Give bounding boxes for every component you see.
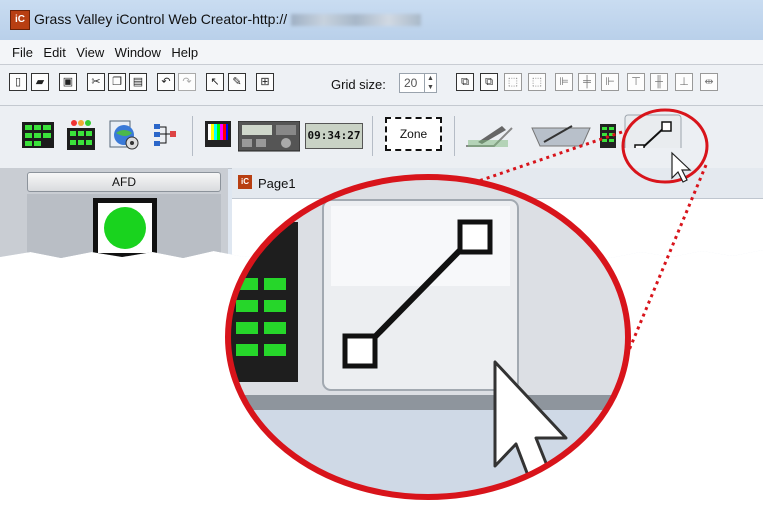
page-icon: iC <box>238 175 252 189</box>
component-list-panel: AFD <box>0 168 228 258</box>
afd-component-tile[interactable] <box>27 194 221 258</box>
select-arrow-icon[interactable]: ↖ <box>206 73 224 91</box>
align-top-icon[interactable]: ⊤ <box>627 73 645 91</box>
level-meter-icon[interactable] <box>600 124 616 158</box>
align-left-icon[interactable]: ⊫ <box>555 73 573 91</box>
device-panel-icon[interactable] <box>238 121 300 155</box>
ungroup-icon[interactable]: ⬚ <box>528 73 546 91</box>
afd-category-button[interactable]: AFD <box>27 172 221 192</box>
component-palette: 09:34:27 Zone <box>0 106 763 169</box>
polyline-tool-icon[interactable] <box>530 122 592 156</box>
menu-edit[interactable]: Edit <box>43 45 65 60</box>
afd-circle-icon <box>104 207 146 249</box>
menu-help[interactable]: Help <box>171 45 198 60</box>
redo-icon[interactable]: ↷ <box>178 73 196 91</box>
send-back-icon[interactable]: ⧉ <box>480 73 498 91</box>
menu-view[interactable]: View <box>76 45 104 60</box>
cut-icon[interactable]: ✂ <box>87 73 105 91</box>
line-tool-button[interactable] <box>624 114 682 148</box>
window-title-text: Grass Valley iControl Web Creator-http:/… <box>34 11 288 27</box>
align-center-icon[interactable]: ╪ <box>578 73 596 91</box>
menu-bar: File Edit View Window Help <box>0 40 763 65</box>
new-icon[interactable]: ▯ <box>9 73 27 91</box>
menu-file[interactable]: File <box>12 45 33 60</box>
tree-hierarchy-icon[interactable] <box>152 122 178 156</box>
page-tab-label: Page1 <box>258 176 296 191</box>
bring-front-icon[interactable]: ⧉ <box>456 73 474 91</box>
palette-separator <box>454 116 455 156</box>
line-end-handle-icon <box>457 219 493 255</box>
clock-display-widget[interactable]: 09:34:27 <box>305 123 363 149</box>
spinner-arrows-icon[interactable]: ▲ ▼ <box>424 74 436 92</box>
undo-icon[interactable]: ↶ <box>157 73 175 91</box>
paste-icon[interactable]: ▤ <box>129 73 147 91</box>
grid-toggle-icon[interactable]: ⊞ <box>256 73 274 91</box>
grid-size-label: Grid size: <box>331 77 386 92</box>
title-bar: iC Grass Valley iControl Web Creator-htt… <box>0 0 763 40</box>
palette-separator <box>192 116 193 156</box>
group-icon[interactable]: ⬚ <box>504 73 522 91</box>
align-bottom-icon[interactable]: ⊥ <box>675 73 693 91</box>
open-folder-icon[interactable]: ▰ <box>31 73 49 91</box>
alarm-led-grid-icon[interactable] <box>65 118 97 152</box>
grid-size-spinner[interactable]: 20 ▲ ▼ <box>399 73 437 93</box>
pen-line-tool-icon[interactable] <box>464 122 516 156</box>
grid-size-value: 20 <box>404 76 418 90</box>
app-icon: iC <box>10 10 30 30</box>
line-start-handle-icon <box>342 333 378 369</box>
distribute-icon[interactable]: ⇹ <box>700 73 718 91</box>
paint-brush-icon[interactable]: ✎ <box>228 73 246 91</box>
align-middle-icon[interactable]: ╫ <box>650 73 668 91</box>
main-toolbar: ▯ ▰ ▣ ✂ ❐ ▤ ↶ ↷ ↖ ✎ ⊞ Grid size: 20 ▲ ▼ ⧉… <box>0 65 763 106</box>
menu-window[interactable]: Window <box>115 45 161 60</box>
color-bars-monitor-icon[interactable] <box>205 121 231 155</box>
web-globe-icon[interactable] <box>108 119 142 153</box>
align-right-icon[interactable]: ⊩ <box>601 73 619 91</box>
window-title: Grass Valley iControl Web Creator-http:/… <box>34 11 422 27</box>
save-icon[interactable]: ▣ <box>59 73 77 91</box>
zone-tool-button[interactable]: Zone <box>385 117 442 151</box>
led-grid-icon[interactable] <box>22 122 54 156</box>
afd-thumbnail-icon <box>93 198 157 258</box>
palette-separator <box>372 116 373 156</box>
redacted-url <box>291 14 422 27</box>
copy-icon[interactable]: ❐ <box>108 73 126 91</box>
